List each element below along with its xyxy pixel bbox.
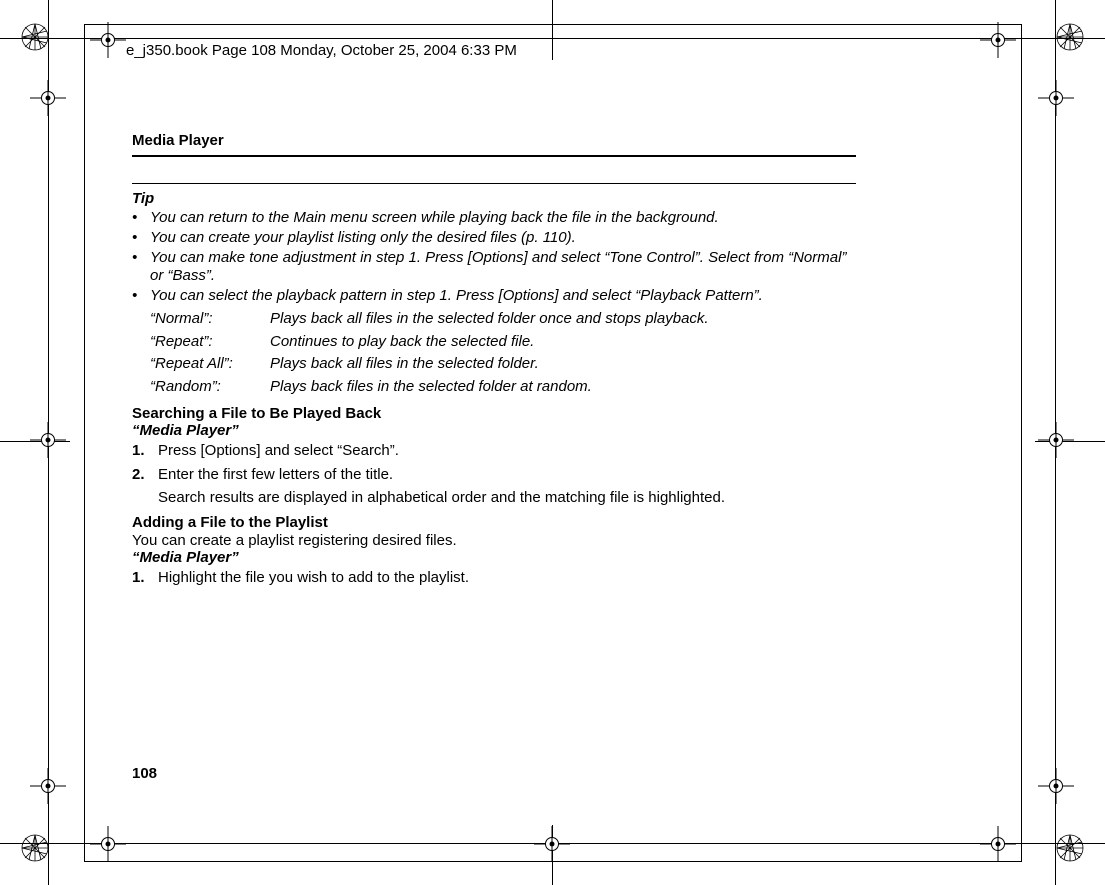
pattern-desc: Plays back all files in the selected fol… [270,310,709,329]
crosshair-icon [980,22,1016,58]
pattern-row: “Random”: Plays back files in the select… [150,378,856,397]
page-content: Media Player Tip •You can return to the … [132,132,856,593]
pattern-row: “Normal”: Plays back all files in the se… [150,310,856,329]
tip-item: •You can create your playlist listing on… [132,229,856,248]
tip-list: •You can return to the Main menu screen … [132,209,856,397]
section-heading-playlist: Adding a File to the Playlist [132,514,856,531]
crosshair-icon [90,826,126,862]
registration-mark-icon [20,833,50,863]
pattern-row: “Repeat All”: Plays back all files in th… [150,355,856,374]
crosshair-icon [1038,768,1074,804]
crosshair-icon [1038,422,1074,458]
steps-list: 1.Press [Options] and select “Search”. 2… [132,441,856,486]
print-page: e_j350.book Page 108 Monday, October 25,… [0,0,1105,885]
section-intro: You can create a playlist registering de… [132,532,856,549]
crosshair-icon [1038,80,1074,116]
pattern-label: “Random”: [150,378,270,397]
pattern-desc: Continues to play back the selected file… [270,333,534,352]
crosshair-icon [90,22,126,58]
tip-item: •You can return to the Main menu screen … [132,209,856,228]
step-item: 2.Enter the first few letters of the tit… [132,465,856,485]
pattern-desc: Plays back files in the selected folder … [270,378,592,397]
menu-path: “Media Player” [132,549,856,566]
registration-mark-icon [1055,22,1085,52]
header-filename: e_j350.book Page 108 Monday, October 25,… [126,42,517,59]
pattern-label: “Normal”: [150,310,270,329]
crosshair-icon [534,826,570,862]
step-item: 1.Highlight the file you wish to add to … [132,568,856,588]
steps-list: 1.Highlight the file you wish to add to … [132,568,856,588]
registration-mark-icon [20,22,50,52]
page-number: 108 [132,765,157,782]
crosshair-icon [980,826,1016,862]
tip-item: •You can make tone adjustment in step 1.… [132,249,856,287]
tip-heading: Tip [132,183,856,207]
step-note: Search results are displayed in alphabet… [158,489,856,506]
menu-path: “Media Player” [132,422,856,439]
pattern-label: “Repeat All”: [150,355,270,374]
tip-item: •You can select the playback pattern in … [132,287,856,306]
playback-pattern-table: “Normal”: Plays back all files in the se… [150,310,856,397]
pattern-label: “Repeat”: [150,333,270,352]
registration-mark-icon [1055,833,1085,863]
pattern-row: “Repeat”: Continues to play back the sel… [150,333,856,352]
section-heading-search: Searching a File to Be Played Back [132,405,856,422]
crosshair-icon [30,422,66,458]
crosshair-icon [30,768,66,804]
running-head: Media Player [132,132,856,157]
crosshair-icon [30,80,66,116]
pattern-desc: Plays back all files in the selected fol… [270,355,539,374]
step-item: 1.Press [Options] and select “Search”. [132,441,856,461]
